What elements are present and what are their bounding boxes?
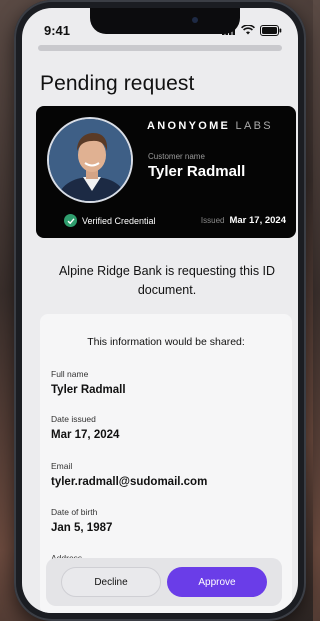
customer-name: Tyler Radmall xyxy=(148,163,246,180)
phone-frame: 9:41 Pending request ANONYOME LABS Custo… xyxy=(14,0,306,621)
status-time: 9:41 xyxy=(44,22,71,38)
issued-date: Mar 17, 2024 xyxy=(229,215,286,226)
decline-button[interactable]: Decline xyxy=(61,567,161,597)
field-value: tyler.radmall@sudomail.com xyxy=(51,476,208,488)
field-label: Date of birth xyxy=(51,507,98,517)
wifi-icon xyxy=(241,25,255,35)
field-label: Full name xyxy=(51,369,89,379)
field-full-name: Full name Tyler Radmall xyxy=(51,369,126,396)
field-label: Date issued xyxy=(51,414,96,424)
request-message: Alpine Ridge Bank is requesting this ID … xyxy=(58,264,276,297)
customer-name-label: Customer name xyxy=(148,152,205,161)
action-bar: Decline Approve xyxy=(46,558,282,606)
field-email: Email tyler.radmall@sudomail.com xyxy=(51,461,207,488)
page-title: Pending request xyxy=(40,72,195,95)
brand-secondary: LABS xyxy=(230,120,273,132)
issued-label: Issued xyxy=(200,216,225,225)
field-label: Email xyxy=(51,461,73,471)
issued-info: Issued Mar 17, 2024 xyxy=(201,215,286,226)
verified-badge: Verified Credential xyxy=(64,214,156,227)
camera-notch xyxy=(90,8,240,34)
approve-button[interactable]: Approve xyxy=(167,567,267,597)
field-value: Tyler Radmall xyxy=(51,384,126,396)
customer-avatar xyxy=(47,117,133,203)
phone-screen: 9:41 Pending request ANONYOME LABS Custo… xyxy=(22,8,298,613)
sheet-grabber[interactable] xyxy=(38,45,282,51)
field-value: Jan 5, 1987 xyxy=(51,522,113,534)
verified-label: Verified Credential xyxy=(82,215,156,226)
check-circle-icon xyxy=(64,214,77,227)
field-value: Mar 17, 2024 xyxy=(51,429,120,441)
shared-info-heading: This information would be shared: xyxy=(87,336,245,348)
field-date-issued: Date issued Mar 17, 2024 xyxy=(51,414,119,441)
field-date-of-birth: Date of birth Jan 5, 1987 xyxy=(51,507,112,534)
credential-card[interactable]: ANONYOME LABS Customer name Tyler Radmal… xyxy=(36,106,296,238)
battery-icon xyxy=(260,24,282,36)
issuer-brand: ANONYOME LABS xyxy=(147,120,273,132)
brand-primary: ANONYOME xyxy=(147,120,231,132)
